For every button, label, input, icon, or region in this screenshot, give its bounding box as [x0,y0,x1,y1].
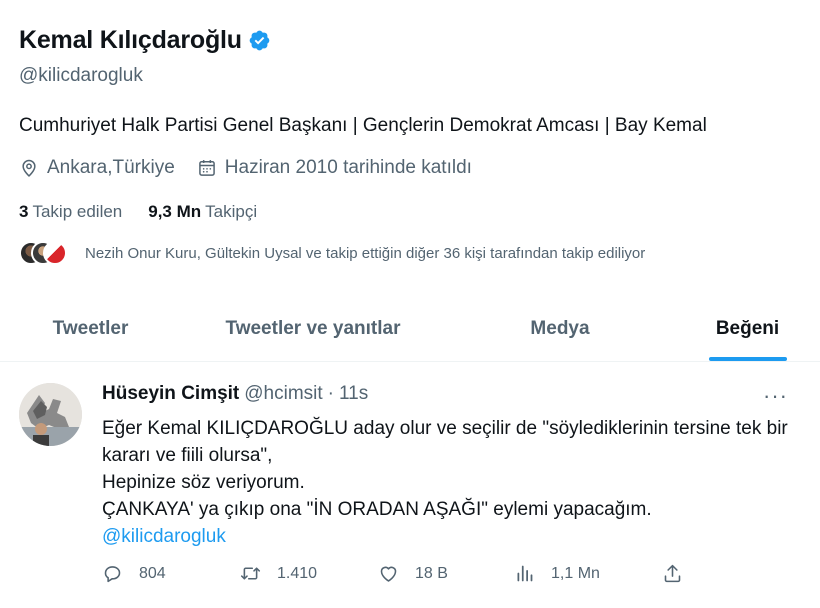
followers-label: Takipçi [205,202,258,221]
following-label: Takip edilen [32,202,123,221]
heart-icon [380,566,397,582]
tweet-author-avatar[interactable] [19,383,82,446]
verified-badge-icon[interactable] [248,29,271,52]
following-link[interactable]: 3 Takip edilen [19,202,122,222]
location-item: Ankara,Türkiye [19,157,175,179]
more-options-icon[interactable]: ··· [763,383,788,409]
like-count: 18 B [415,564,448,582]
tab-label: Beğeni [715,317,780,339]
following-count: 3 [19,202,29,221]
tweet-body: Hüseyin Cimşit @hcimsit · 11s ··· Eğer K… [102,383,802,550]
retweet-button[interactable]: 1.410 [240,563,378,584]
tweet-timestamp[interactable]: 11s [339,383,368,405]
like-button[interactable]: 18 B [378,563,514,584]
tweet-author-handle[interactable]: @hcimsit [244,383,322,405]
tweet-mention-link[interactable]: @kilicdarogluk [102,523,802,550]
joined-text: Haziran 2010 tarihinde katıldı [224,157,472,178]
avatar [43,241,67,265]
separator-dot: · [327,383,334,404]
reply-count: 804 [139,564,166,582]
tab-tweets-replies[interactable]: Tweetler ve yanıtlar [181,296,445,361]
tab-label: Tweetler ve yanıtlar [225,317,401,339]
display-name: Kemal Kılıçdaroğlu [19,26,242,54]
tweet-text: Eğer Kemal KILIÇDAROĞLU aday olur ve seç… [102,418,788,520]
tab-likes[interactable]: Beğeni [675,296,820,361]
tab-media[interactable]: Medya [445,296,675,361]
profile-meta: Ankara,Türkiye Haziran 2010 tarihinde ka… [19,157,494,179]
tweet-actions: 804 1.410 18 B 1,1 Mn [102,563,702,584]
followers-you-know[interactable]: Nezih Onur Kuru, Gültekin Uysal ve takip… [19,240,645,266]
location-pin-icon [22,159,36,177]
tab-label: Medya [530,317,590,339]
share-button[interactable] [662,563,699,584]
share-icon [664,564,681,583]
tweet-card[interactable]: Hüseyin Cimşit @hcimsit · 11s ··· Eğer K… [0,363,820,608]
name-row: Kemal Kılıçdaroğlu [19,26,271,55]
active-tab-indicator [708,357,787,361]
followers-you-know-text: Nezih Onur Kuru, Gültekin Uysal ve takip… [85,244,646,262]
reply-icon [104,566,121,583]
location-text: Ankara,Türkiye [47,157,175,178]
retweet-count: 1.410 [277,564,318,582]
tweet-header: Hüseyin Cimşit @hcimsit · 11s [102,383,802,405]
retweet-icon [240,567,261,580]
views-count: 1,1 Mn [551,564,600,582]
avatar-image [19,383,82,446]
calendar-icon [198,160,215,176]
tab-tweets[interactable]: Tweetler [0,296,181,361]
joined-item: Haziran 2010 tarihinde katıldı [197,157,472,179]
follower-avatars [19,240,67,266]
views-chart-icon [517,565,533,582]
profile-handle: @kilicdarogluk [19,65,143,86]
profile-tabs: Tweetler Tweetler ve yanıtlar Medya Beğe… [0,296,820,362]
tab-label: Tweetler [52,317,129,339]
reply-button[interactable]: 804 [102,563,240,584]
followers-link[interactable]: 9,3 Mn Takipçi [148,202,257,222]
profile-bio: Cumhuriyet Halk Partisi Genel Başkanı | … [19,115,707,136]
follow-stats: 3 Takip edilen 9,3 Mn Takipçi [19,202,283,222]
views-button[interactable]: 1,1 Mn [514,563,662,584]
tweet-author-name[interactable]: Hüseyin Cimşit [102,383,239,405]
followers-count: 9,3 Mn [148,202,202,221]
